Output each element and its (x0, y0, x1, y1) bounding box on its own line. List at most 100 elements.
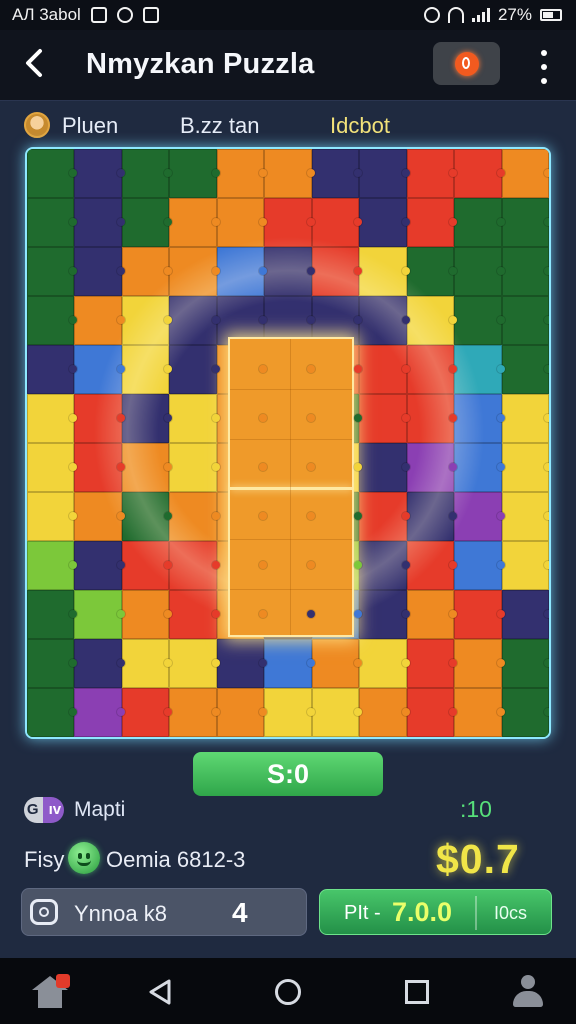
puzzle-piece[interactable] (27, 541, 78, 590)
puzzle-piece[interactable] (311, 639, 363, 688)
puzzle-piece[interactable] (359, 443, 411, 492)
puzzle-piece[interactable] (501, 541, 549, 590)
puzzle-piece[interactable] (169, 394, 221, 443)
puzzle-piece[interactable] (406, 247, 458, 296)
chat-input-bar[interactable]: Ynnoa k8 4 (21, 888, 307, 936)
nav-home-button[interactable] (30, 972, 70, 1012)
puzzle-piece[interactable] (454, 590, 506, 639)
puzzle-piece[interactable] (501, 492, 549, 541)
puzzle-piece[interactable] (311, 149, 363, 198)
puzzle-piece[interactable] (454, 541, 506, 590)
puzzle-piece[interactable] (74, 688, 126, 737)
puzzle-piece[interactable] (359, 296, 411, 345)
puzzle-piece[interactable] (216, 149, 268, 198)
puzzle-piece[interactable] (501, 149, 549, 198)
record-button[interactable] (433, 42, 500, 85)
puzzle-piece[interactable] (406, 639, 458, 688)
puzzle-piece[interactable] (359, 541, 411, 590)
puzzle-piece[interactable] (454, 149, 506, 198)
puzzle-piece[interactable] (74, 541, 126, 590)
puzzle-piece[interactable] (454, 394, 506, 443)
puzzle-piece[interactable] (169, 443, 221, 492)
puzzle-piece[interactable] (501, 296, 549, 345)
nav-home-circle-button[interactable] (268, 972, 308, 1012)
puzzle-piece[interactable] (74, 443, 126, 492)
puzzle-piece[interactable] (27, 198, 78, 247)
avatar[interactable] (24, 112, 50, 138)
puzzle-piece[interactable] (121, 149, 173, 198)
puzzle-piece[interactable] (74, 639, 126, 688)
puzzle-piece[interactable] (501, 345, 549, 394)
puzzle-piece[interactable] (27, 639, 78, 688)
puzzle-piece[interactable] (454, 492, 506, 541)
puzzle-piece[interactable] (501, 590, 549, 639)
puzzle-piece[interactable] (454, 639, 506, 688)
puzzle-piece[interactable] (454, 247, 506, 296)
placed-piece-block[interactable] (228, 337, 354, 637)
puzzle-piece[interactable] (359, 639, 411, 688)
nav-profile-button[interactable] (508, 972, 548, 1012)
puzzle-piece[interactable] (121, 198, 173, 247)
puzzle-piece[interactable] (454, 345, 506, 394)
puzzle-piece[interactable] (264, 639, 316, 688)
puzzle-piece[interactable] (216, 247, 268, 296)
puzzle-piece[interactable] (121, 590, 173, 639)
puzzle-piece[interactable] (501, 443, 549, 492)
puzzle-piece[interactable] (27, 247, 78, 296)
puzzle-piece[interactable] (27, 149, 78, 198)
puzzle-piece[interactable] (169, 198, 221, 247)
puzzle-piece[interactable] (264, 149, 316, 198)
puzzle-piece[interactable] (359, 345, 411, 394)
puzzle-piece[interactable] (27, 688, 78, 737)
puzzle-piece[interactable] (74, 247, 126, 296)
puzzle-piece[interactable] (121, 443, 173, 492)
puzzle-piece[interactable] (406, 394, 458, 443)
puzzle-piece[interactable] (121, 394, 173, 443)
puzzle-piece[interactable] (216, 639, 268, 688)
puzzle-piece[interactable] (501, 247, 549, 296)
puzzle-piece[interactable] (74, 296, 126, 345)
nav-back-button[interactable] (140, 972, 180, 1012)
puzzle-piece[interactable] (74, 590, 126, 639)
back-button[interactable] (16, 46, 52, 82)
puzzle-piece[interactable] (121, 296, 173, 345)
puzzle-piece[interactable] (406, 590, 458, 639)
puzzle-piece[interactable] (359, 149, 411, 198)
puzzle-piece[interactable] (121, 639, 173, 688)
puzzle-piece[interactable] (501, 639, 549, 688)
puzzle-piece[interactable] (169, 296, 221, 345)
puzzle-piece[interactable] (406, 443, 458, 492)
score-button[interactable]: S:0 (193, 752, 383, 796)
nav-recents-button[interactable] (397, 972, 437, 1012)
puzzle-piece[interactable] (501, 394, 549, 443)
puzzle-piece[interactable] (169, 688, 221, 737)
puzzle-piece[interactable] (406, 541, 458, 590)
puzzle-piece[interactable] (406, 345, 458, 394)
puzzle-piece[interactable] (121, 345, 173, 394)
puzzle-board[interactable] (25, 147, 551, 739)
puzzle-piece[interactable] (406, 198, 458, 247)
puzzle-piece[interactable] (27, 492, 78, 541)
puzzle-piece[interactable] (121, 492, 173, 541)
puzzle-piece[interactable] (264, 688, 316, 737)
puzzle-piece[interactable] (121, 247, 173, 296)
puzzle-piece[interactable] (27, 296, 78, 345)
puzzle-piece[interactable] (27, 590, 78, 639)
puzzle-piece[interactable] (501, 198, 549, 247)
puzzle-piece[interactable] (121, 688, 173, 737)
puzzle-piece[interactable] (264, 198, 316, 247)
puzzle-piece[interactable] (27, 443, 78, 492)
puzzle-piece[interactable] (169, 492, 221, 541)
puzzle-piece[interactable] (74, 198, 126, 247)
puzzle-piece[interactable] (406, 296, 458, 345)
puzzle-piece[interactable] (454, 198, 506, 247)
puzzle-piece[interactable] (169, 345, 221, 394)
puzzle-piece[interactable] (27, 394, 78, 443)
more-menu-button[interactable] (532, 50, 556, 84)
puzzle-piece[interactable] (454, 688, 506, 737)
puzzle-piece[interactable] (121, 541, 173, 590)
puzzle-piece[interactable] (169, 590, 221, 639)
puzzle-piece[interactable] (74, 394, 126, 443)
puzzle-piece[interactable] (74, 492, 126, 541)
puzzle-piece[interactable] (169, 639, 221, 688)
